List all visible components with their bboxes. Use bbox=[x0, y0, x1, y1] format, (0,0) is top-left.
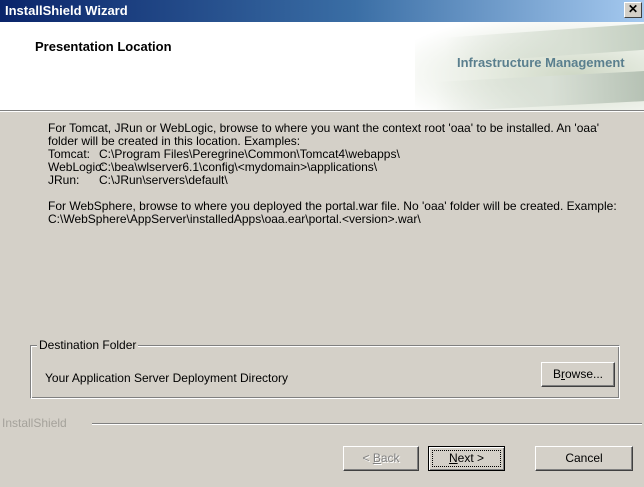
header-divider-highlight bbox=[0, 111, 644, 112]
destination-folder-legend: Destination Folder bbox=[37, 338, 139, 352]
back-button[interactable]: < Back bbox=[343, 446, 419, 471]
brand-banner: Infrastructure Management bbox=[415, 22, 644, 110]
page-title: Presentation Location bbox=[35, 39, 172, 54]
destination-path-label: Your Application Server Deployment Direc… bbox=[45, 371, 289, 385]
example-path: C:\Program Files\Peregrine\Common\Tomcat… bbox=[99, 147, 400, 161]
instructions: For Tomcat, JRun or WebLogic, browse to … bbox=[48, 122, 618, 226]
destination-folder-group: Destination Folder Your Application Serv… bbox=[30, 338, 620, 399]
title-bar[interactable]: InstallShield Wizard ✕ bbox=[0, 0, 644, 22]
close-icon: ✕ bbox=[627, 2, 639, 16]
brand-logo-text: Infrastructure Management bbox=[457, 55, 625, 70]
example-path: C:\JRun\servers\default\ bbox=[99, 173, 228, 187]
banner-graphic-lower bbox=[434, 70, 644, 110]
browse-button[interactable]: Browse... bbox=[541, 362, 615, 387]
installshield-brand-label: InstallShield bbox=[2, 416, 71, 430]
websphere-path: C:\WebSphere\AppServer\installedApps\oaa… bbox=[48, 212, 421, 226]
close-button[interactable]: ✕ bbox=[624, 2, 642, 18]
window-title: InstallShield Wizard bbox=[5, 3, 128, 18]
example-path: C:\bea\wlserver6.1\config\<mydomain>\app… bbox=[99, 160, 378, 174]
cancel-button[interactable]: Cancel bbox=[535, 446, 633, 471]
example-label: JRun: bbox=[48, 173, 80, 187]
intro-text: For Tomcat, JRun or WebLogic, browse to … bbox=[48, 121, 600, 148]
footer-divider-highlight bbox=[92, 424, 642, 425]
next-button[interactable]: Next > bbox=[428, 446, 505, 471]
wizard-header: Presentation Location Infrastructure Man… bbox=[0, 22, 644, 110]
example-jrun: JRun: C:\JRun\servers\default\ bbox=[48, 174, 618, 187]
next-button-focus: Next > bbox=[432, 450, 501, 467]
